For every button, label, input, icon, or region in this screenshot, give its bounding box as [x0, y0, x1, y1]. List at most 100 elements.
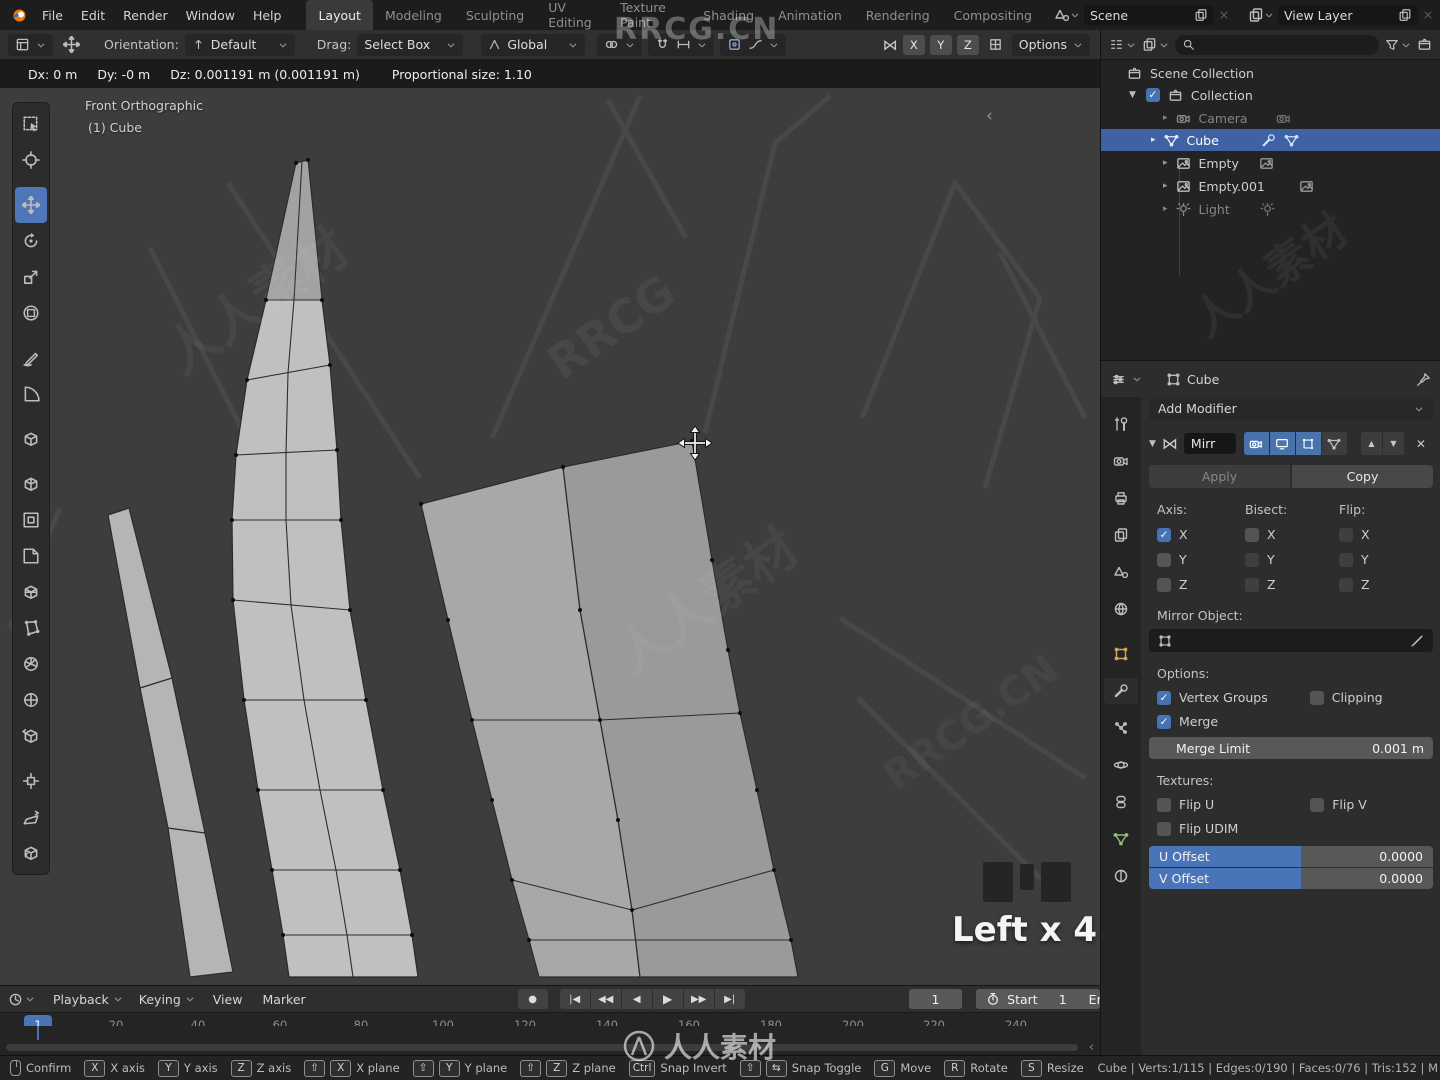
mesh-blade-center[interactable] [230, 158, 419, 978]
menu-window[interactable]: Window [177, 0, 244, 30]
menu-edit[interactable]: Edit [72, 0, 114, 30]
expand-icon[interactable]: ▼ [1149, 439, 1156, 449]
tab-particles[interactable] [1104, 715, 1138, 741]
tab-render[interactable] [1104, 448, 1138, 474]
tab-output[interactable] [1104, 485, 1138, 511]
tool-measure[interactable] [15, 376, 47, 412]
tab-modeling[interactable]: Modeling [373, 0, 454, 30]
bisect-z-checkbox[interactable] [1245, 577, 1259, 592]
move-modifier-up-button[interactable]: ▲ [1360, 432, 1382, 455]
viewport-3d[interactable]: Front Orthographic (1) Cube ‹ Left x 4 [0, 88, 1100, 985]
sidebar-collapse-arrow[interactable]: ‹ [986, 106, 993, 126]
outliner-row-camera[interactable]: ▸ Camera [1101, 107, 1440, 129]
mirror-x-button[interactable]: X [902, 34, 925, 55]
options-dropdown[interactable]: Options [1011, 33, 1090, 56]
tab-object-data[interactable] [1104, 826, 1138, 852]
outliner-row-light[interactable]: ▸ Light [1101, 198, 1440, 220]
tool-cursor[interactable] [15, 142, 47, 178]
unlink-scene-icon[interactable] [1218, 9, 1230, 21]
remove-modifier-button[interactable]: ✕ [1416, 437, 1426, 451]
toggle-render-button[interactable] [1243, 432, 1269, 455]
v-offset-slider[interactable]: V Offset 0.0000 [1149, 868, 1433, 889]
editor-type-button[interactable] [8, 33, 53, 56]
menu-keying[interactable]: Keying [133, 992, 201, 1007]
tool-bevel[interactable] [15, 538, 47, 574]
mirror-y-button[interactable]: Y [929, 34, 952, 55]
menu-view[interactable]: View [205, 992, 251, 1007]
flip-v-checkbox[interactable] [1310, 797, 1325, 812]
outliner-row-empty-001[interactable]: ▸ Empty.001 [1101, 175, 1440, 197]
outliner-search-input[interactable] [1200, 36, 1372, 53]
timeline-editor-type-button[interactable] [8, 992, 35, 1007]
flip-z-checkbox[interactable] [1339, 577, 1353, 592]
remove-view-layer-icon[interactable] [1422, 9, 1434, 21]
pin-icon[interactable] [1416, 372, 1431, 387]
chevron-down-icon[interactable] [1132, 374, 1142, 384]
new-scene-icon[interactable] [1194, 8, 1208, 22]
tool-add-cube[interactable] [15, 421, 47, 457]
prev-keyframe-button[interactable]: ◀◀ [590, 989, 621, 1009]
new-view-layer-icon[interactable] [1398, 8, 1412, 22]
tool-edge-slide[interactable] [15, 718, 47, 754]
tab-shading[interactable]: Shading [691, 0, 766, 30]
orientation-dropdown[interactable]: Default [184, 33, 295, 56]
tool-loop-cut[interactable] [15, 574, 47, 610]
tool-select-box[interactable] [15, 106, 47, 142]
timeline-collapse-arrow[interactable]: ‹ [1089, 1040, 1094, 1055]
menu-marker[interactable]: Marker [254, 992, 313, 1007]
tab-scene[interactable] [1104, 559, 1138, 585]
tool-scale[interactable] [15, 259, 47, 295]
mesh-blade-left[interactable] [107, 507, 234, 978]
outliner-row-scene-collection[interactable]: Scene Collection [1101, 62, 1440, 84]
tool-poly-build[interactable] [15, 610, 47, 646]
outliner-display-mode-button[interactable] [1142, 37, 1169, 52]
outliner-search[interactable] [1175, 34, 1379, 55]
drag-dropdown[interactable]: Select Box [357, 33, 464, 56]
tab-layout[interactable]: Layout [306, 0, 373, 30]
flip-x-checkbox[interactable] [1339, 527, 1353, 542]
properties-editor-icon[interactable] [1111, 372, 1126, 387]
tool-extrude-region[interactable] [15, 466, 47, 502]
scene-icon[interactable] [1054, 7, 1070, 23]
outliner-row-collection[interactable]: ▼ ✓ Collection [1101, 84, 1440, 106]
clipping-checkbox[interactable] [1309, 690, 1324, 705]
menu-help[interactable]: Help [244, 0, 291, 30]
snap-grid-icon[interactable] [988, 37, 1003, 52]
outliner-row-cube[interactable]: ▸ Cube [1101, 129, 1440, 151]
outliner-filter-button[interactable] [1385, 38, 1411, 52]
mesh-blade-right[interactable] [418, 438, 799, 978]
flip-u-checkbox[interactable] [1157, 797, 1171, 812]
scene-name-field[interactable]: Scene [1084, 5, 1214, 25]
copy-button[interactable]: Copy [1292, 465, 1433, 488]
tab-tool[interactable] [1104, 411, 1138, 437]
tab-modifiers[interactable] [1104, 678, 1138, 704]
transform-pivot-dropdown[interactable]: Global [481, 33, 586, 56]
collection-checkbox[interactable]: ✓ [1145, 88, 1160, 102]
new-collection-icon[interactable] [1417, 37, 1432, 52]
tab-texture-paint[interactable]: Texture Paint [608, 0, 691, 30]
timeline-ruler[interactable]: 20 40 60 80 100 120 140 160 180 200 220 … [0, 1012, 1100, 1034]
start-frame-field[interactable]: Start 1 [976, 989, 1077, 1009]
tool-rip-region[interactable] [15, 835, 47, 871]
move-modifier-down-button[interactable]: ▼ [1382, 432, 1404, 455]
mirror-object-field[interactable] [1149, 629, 1433, 652]
menu-playback[interactable]: Playback [47, 992, 129, 1007]
merge-limit-slider[interactable]: Merge Limit 0.001 m [1149, 737, 1433, 759]
view-layer-icon[interactable] [1248, 7, 1264, 23]
toggle-realtime-button[interactable] [1269, 432, 1295, 455]
chevron-down-icon[interactable] [1070, 10, 1080, 20]
active-tool-move-icon[interactable] [63, 36, 80, 53]
u-offset-slider[interactable]: U Offset 0.0000 [1149, 846, 1433, 867]
tab-animation[interactable]: Animation [766, 0, 854, 30]
tab-sculpting[interactable]: Sculpting [454, 0, 536, 30]
jump-to-start-button[interactable]: |◀ [559, 989, 590, 1009]
blender-logo-icon[interactable] [0, 0, 33, 30]
proportional-editing-group[interactable] [720, 33, 787, 56]
tab-view-layer[interactable] [1104, 522, 1138, 548]
tab-constraints[interactable] [1104, 789, 1138, 815]
outliner-editor-type-button[interactable] [1109, 37, 1136, 52]
tool-rotate[interactable] [15, 223, 47, 259]
tab-compositing[interactable]: Compositing [942, 0, 1044, 30]
axis-z-checkbox[interactable] [1157, 577, 1171, 592]
item-arrow-icon[interactable]: ▸ [1151, 135, 1156, 145]
